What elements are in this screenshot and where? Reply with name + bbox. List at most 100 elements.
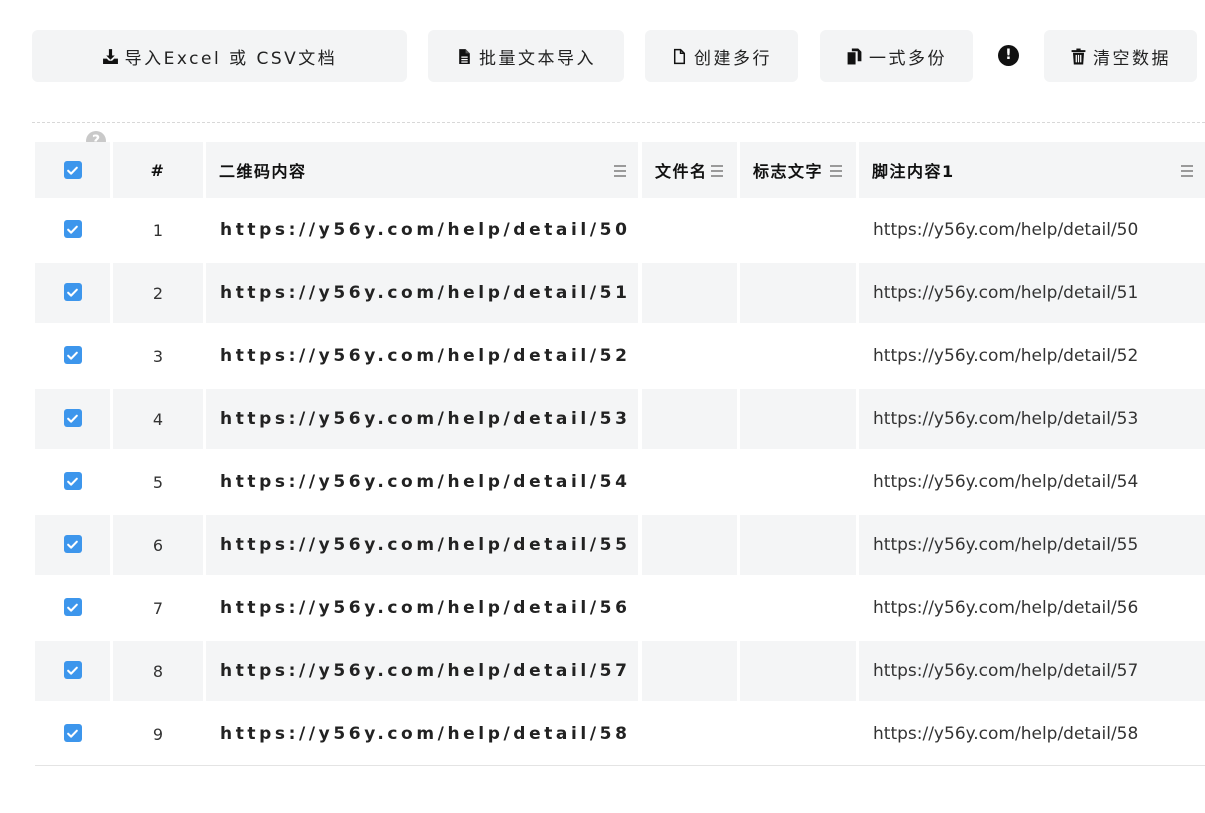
file-name-cell[interactable]: [642, 200, 737, 260]
footer-content-cell[interactable]: https://y56y.com/help/detail/54: [859, 452, 1205, 512]
row-index: 3: [113, 326, 203, 386]
table-bottom-border: [35, 765, 1205, 766]
row-checkbox[interactable]: [63, 346, 82, 364]
footer-content-cell[interactable]: https://y56y.com/help/detail/51: [859, 263, 1205, 323]
row-select-cell: [35, 452, 110, 512]
qr-content-text: https://y56y.com/help/detail/55: [220, 535, 631, 555]
qr-content-cell[interactable]: https://y56y.com/help/detail/58: [206, 704, 638, 764]
qr-content-text: https://y56y.com/help/detail/58: [220, 724, 631, 744]
row-checkbox[interactable]: [63, 661, 82, 679]
column-header-file-name: 文件名: [642, 142, 737, 198]
column-header-logo-text: 标志文字: [740, 142, 856, 198]
footer-content-text: https://y56y.com/help/detail/57: [873, 661, 1139, 681]
logo-text-cell[interactable]: [740, 641, 856, 701]
logo-text-cell[interactable]: [740, 515, 856, 575]
row-index: 7: [113, 578, 203, 638]
logo-text-cell[interactable]: [740, 200, 856, 260]
footer-content-text: https://y56y.com/help/detail/51: [873, 283, 1139, 303]
column-menu-icon[interactable]: [711, 163, 723, 177]
row-index: 1: [113, 200, 203, 260]
footer-content-text: https://y56y.com/help/detail/55: [873, 535, 1139, 555]
qr-content-text: https://y56y.com/help/detail/57: [220, 661, 631, 681]
logo-text-cell[interactable]: [740, 326, 856, 386]
row-index-text: 3: [152, 346, 164, 366]
column-header-footer-content-label: 脚注内容1: [872, 162, 955, 181]
checkmark-icon: [67, 477, 78, 486]
row-index: 6: [113, 515, 203, 575]
row-index-text: 6: [152, 535, 164, 555]
file-name-cell[interactable]: [642, 578, 737, 638]
column-header-qr-content-label: 二维码内容: [219, 162, 307, 181]
row-index: 4: [113, 389, 203, 449]
row-index: 8: [113, 641, 203, 701]
file-name-cell[interactable]: [642, 641, 737, 701]
file-name-cell[interactable]: [642, 704, 737, 764]
logo-text-cell[interactable]: [740, 263, 856, 323]
qr-content-text: https://y56y.com/help/detail/50: [220, 220, 631, 240]
footer-content-cell[interactable]: https://y56y.com/help/detail/52: [859, 326, 1205, 386]
header-select-all[interactable]: [35, 142, 110, 198]
footer-content-cell[interactable]: https://y56y.com/help/detail/50: [859, 200, 1205, 260]
row-checkbox[interactable]: [63, 724, 82, 742]
row-checkbox[interactable]: [63, 472, 82, 490]
row-checkbox[interactable]: [63, 409, 82, 427]
row-index-text: 7: [152, 598, 164, 618]
file-name-cell[interactable]: [642, 263, 737, 323]
checkmark-icon: [67, 288, 78, 297]
row-select-cell: [35, 326, 110, 386]
row-select-cell: [35, 578, 110, 638]
footer-content-text: https://y56y.com/help/detail/50: [873, 220, 1139, 240]
column-header-index: #: [113, 142, 203, 198]
checkmark-icon: [67, 414, 78, 423]
row-checkbox[interactable]: [63, 283, 82, 301]
qr-content-cell[interactable]: https://y56y.com/help/detail/57: [206, 641, 638, 701]
qr-content-text: https://y56y.com/help/detail/56: [220, 598, 631, 618]
row-checkbox[interactable]: [63, 535, 82, 553]
file-name-cell[interactable]: [642, 515, 737, 575]
qr-content-cell[interactable]: https://y56y.com/help/detail/54: [206, 452, 638, 512]
row-index: 5: [113, 452, 203, 512]
row-index-text: 5: [152, 472, 164, 492]
qr-content-cell[interactable]: https://y56y.com/help/detail/51: [206, 263, 638, 323]
logo-text-cell[interactable]: [740, 452, 856, 512]
checkmark-icon: [67, 603, 78, 612]
qr-content-cell[interactable]: https://y56y.com/help/detail/56: [206, 578, 638, 638]
logo-text-cell[interactable]: [740, 389, 856, 449]
file-name-cell[interactable]: [642, 326, 737, 386]
qr-content-text: https://y56y.com/help/detail/53: [220, 409, 631, 429]
row-select-cell: [35, 200, 110, 260]
column-header-footer-content: 脚注内容1: [859, 142, 1205, 198]
footer-content-cell[interactable]: https://y56y.com/help/detail/58: [859, 704, 1205, 764]
footer-content-cell[interactable]: https://y56y.com/help/detail/53: [859, 389, 1205, 449]
checkmark-icon: [67, 666, 78, 675]
footer-content-cell[interactable]: https://y56y.com/help/detail/56: [859, 578, 1205, 638]
row-checkbox[interactable]: [63, 598, 82, 616]
qr-content-text: https://y56y.com/help/detail/51: [220, 283, 631, 303]
file-name-cell[interactable]: [642, 452, 737, 512]
column-header-logo-text-label: 标志文字: [753, 162, 824, 181]
qr-content-cell[interactable]: https://y56y.com/help/detail/53: [206, 389, 638, 449]
column-menu-icon[interactable]: [614, 163, 626, 177]
row-select-cell: [35, 389, 110, 449]
footer-content-text: https://y56y.com/help/detail/54: [873, 472, 1139, 492]
checkmark-icon: [67, 225, 78, 234]
qr-content-cell[interactable]: https://y56y.com/help/detail/52: [206, 326, 638, 386]
qr-content-cell[interactable]: https://y56y.com/help/detail/55: [206, 515, 638, 575]
footer-content-cell[interactable]: https://y56y.com/help/detail/55: [859, 515, 1205, 575]
footer-content-text: https://y56y.com/help/detail/52: [873, 346, 1139, 366]
logo-text-cell[interactable]: [740, 578, 856, 638]
file-name-cell[interactable]: [642, 389, 737, 449]
column-menu-icon[interactable]: [830, 163, 842, 177]
footer-content-cell[interactable]: https://y56y.com/help/detail/57: [859, 641, 1205, 701]
checkmark-icon: [67, 166, 78, 175]
row-checkbox[interactable]: [63, 220, 82, 238]
qr-content-cell[interactable]: https://y56y.com/help/detail/50: [206, 200, 638, 260]
footer-content-text: https://y56y.com/help/detail/53: [873, 409, 1139, 429]
column-menu-icon[interactable]: [1181, 163, 1193, 177]
logo-text-cell[interactable]: [740, 704, 856, 764]
column-header-index-label: #: [150, 160, 166, 180]
column-header-qr-content: 二维码内容: [206, 142, 638, 198]
select-all-checkbox[interactable]: [63, 161, 82, 179]
row-index-text: 1: [152, 220, 164, 240]
row-index-text: 2: [152, 283, 164, 303]
